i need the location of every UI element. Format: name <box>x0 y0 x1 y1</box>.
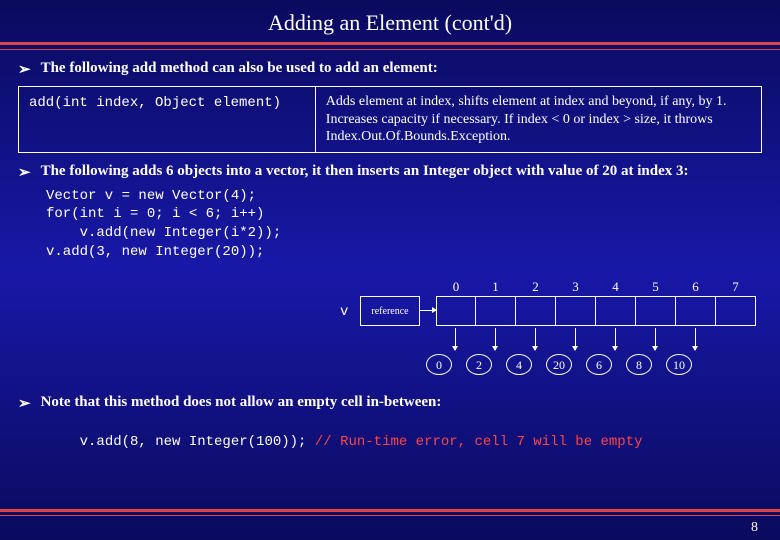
bullet-1: ➢ The following add method can also be u… <box>18 60 762 78</box>
slide-content: ➢ The following add method can also be u… <box>0 60 780 466</box>
method-signature: add(int index, Object element) <box>19 87 316 152</box>
bullet-2: ➢ The following adds 6 objects into a ve… <box>18 163 762 181</box>
integer-object: 0 <box>426 354 452 375</box>
pointer-arrow-icon <box>535 328 536 350</box>
method-description: Adds element at index, shifts element at… <box>316 87 761 152</box>
object-row: 0 2 4 20 6 8 10 <box>426 354 692 375</box>
index-label: 0 <box>437 279 475 295</box>
slide-title: Adding an Element (cont'd) <box>0 0 780 42</box>
ref-arrow-icon <box>420 310 436 311</box>
bullet-arrow-icon: ➢ <box>18 394 31 412</box>
array-cell: 6 <box>676 296 716 326</box>
integer-object: 2 <box>466 354 492 375</box>
bullet-2-text: The following adds 6 objects into a vect… <box>41 163 689 180</box>
bullet-arrow-icon: ➢ <box>18 60 31 78</box>
code-example-1: Vector v = new Vector(4); for(int i = 0;… <box>46 187 762 263</box>
index-label: 5 <box>636 279 675 295</box>
integer-object: 4 <box>506 354 532 375</box>
bullet-3-text: Note that this method does not allow an … <box>41 394 442 411</box>
footer-rule-thin <box>0 515 780 516</box>
pointer-arrow-icon <box>575 328 576 350</box>
array-cell: 2 <box>516 296 556 326</box>
integer-object: 6 <box>586 354 612 375</box>
bullet-arrow-icon: ➢ <box>18 163 31 181</box>
title-rule-thin <box>0 49 780 50</box>
array-cell: 5 <box>636 296 676 326</box>
array-cell: 7 <box>716 296 756 326</box>
pointer-arrow-icon <box>655 328 656 350</box>
title-rule <box>0 42 780 45</box>
array-cell: 4 <box>596 296 636 326</box>
pointer-arrow-icon <box>695 328 696 350</box>
pointer-arrow-icon <box>495 328 496 350</box>
vector-diagram: v reference 0 1 2 3 4 5 6 7 0 2 4 20 6 8… <box>18 270 762 380</box>
bullet-1-text: The following add method can also be use… <box>41 60 438 77</box>
bullet-3: ➢ Note that this method does not allow a… <box>18 394 762 412</box>
code-example-error: v.add(8, new Integer(100)); // Run-time … <box>46 418 762 466</box>
index-label: 7 <box>716 279 755 295</box>
index-label: 6 <box>676 279 715 295</box>
integer-object: 10 <box>666 354 692 375</box>
index-label: 3 <box>556 279 595 295</box>
error-comment: // Run-time error, cell 7 will be empty <box>315 434 643 450</box>
pointer-arrow-icon <box>455 328 456 350</box>
pointer-arrow-icon <box>615 328 616 350</box>
index-label: 4 <box>596 279 635 295</box>
index-label: 2 <box>516 279 555 295</box>
page-number: 8 <box>751 520 758 536</box>
integer-object: 20 <box>546 354 572 375</box>
array-cell: 1 <box>476 296 516 326</box>
index-label: 1 <box>476 279 515 295</box>
footer-rule <box>0 509 780 512</box>
array-cell: 0 <box>436 296 476 326</box>
method-table: add(int index, Object element) Adds elem… <box>18 86 762 153</box>
var-label: v <box>340 304 348 320</box>
error-code: v.add(8, new Integer(100)); <box>80 434 315 450</box>
array-cell: 3 <box>556 296 596 326</box>
array-cells: 0 1 2 3 4 5 6 7 <box>436 296 756 326</box>
integer-object: 8 <box>626 354 652 375</box>
reference-box: reference <box>360 296 420 326</box>
